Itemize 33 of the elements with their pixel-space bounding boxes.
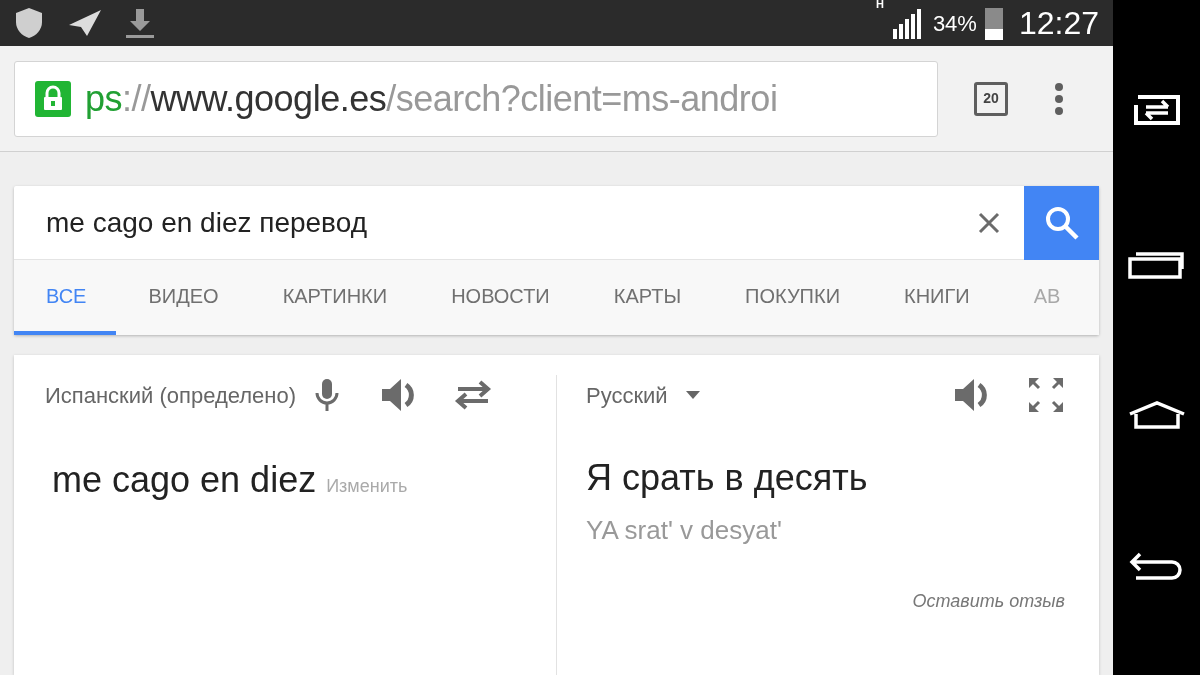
- battery-percentage: 34%: [932, 9, 977, 38]
- tab-count-button[interactable]: 20: [974, 81, 1008, 116]
- feedback-link[interactable]: Оставить отзыв: [912, 588, 1065, 615]
- url-text: ps://www.google.es/search?client=ms-androi: [85, 76, 778, 121]
- search-tab[interactable]: КАРТИНКИ: [250, 260, 420, 335]
- search-button[interactable]: [1024, 186, 1099, 260]
- search-tab[interactable]: ПОКУПКИ: [713, 260, 872, 335]
- dropdown-arrow-icon: [685, 391, 700, 399]
- network-type: H: [875, 0, 884, 10]
- microphone-icon[interactable]: [314, 378, 340, 412]
- clock: 12:27: [1018, 4, 1099, 43]
- search-tab[interactable]: ВИДЕО: [116, 260, 251, 335]
- search-tab[interactable]: ВСЕ: [14, 260, 117, 335]
- shield-icon: [14, 7, 44, 39]
- search-tab[interactable]: КАРТЫ: [581, 260, 714, 335]
- target-language-dropdown[interactable]: Русский: [586, 378, 700, 412]
- search-tab[interactable]: КНИГИ: [872, 260, 1002, 335]
- source-text: me cago en diez: [52, 458, 317, 502]
- download-icon: [124, 7, 156, 39]
- battery-icon: [984, 8, 1003, 40]
- more-menu-icon[interactable]: [1054, 81, 1064, 116]
- search-tab[interactable]: НОВОСТИ: [419, 260, 582, 335]
- swap-icon[interactable]: [454, 380, 492, 410]
- paper-plane-icon: [68, 9, 102, 37]
- signal-icon: [892, 7, 921, 39]
- search-field[interactable]: me cago en diez перевод: [14, 186, 978, 259]
- transliteration: YA srat' v desyat': [586, 514, 783, 547]
- clear-icon[interactable]: [978, 211, 1000, 234]
- source-language[interactable]: Испанский (определено): [45, 378, 296, 412]
- fullscreen-icon[interactable]: [1027, 376, 1065, 414]
- search-icon: [1044, 206, 1079, 240]
- address-bar[interactable]: ps://www.google.es/search?client=ms-androi: [14, 60, 938, 137]
- translated-text: Я срать в десять: [586, 456, 869, 500]
